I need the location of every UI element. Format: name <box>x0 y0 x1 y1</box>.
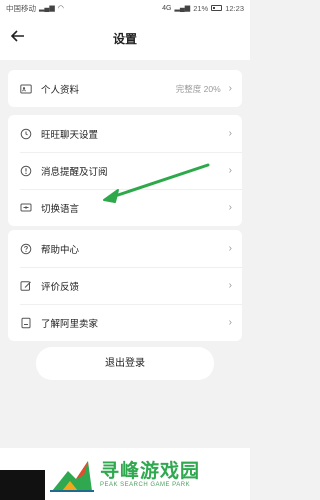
help-icon <box>20 243 32 255</box>
watermark-subtitle: PEAK SEARCH GAME PARK <box>100 482 191 488</box>
chevron-right-icon: › <box>228 243 232 254</box>
profile-completeness: 完整度 20% <box>175 83 221 94</box>
settings-item-about-seller[interactable]: 了解阿里卖家 › <box>8 304 242 341</box>
help-center-label: 帮助中心 <box>41 244 80 256</box>
clock-time: 12:23 <box>225 3 244 13</box>
settings-group-chat: 旺旺聊天设置 › 消息提醒及订阅 › 切换语言 › <box>8 115 242 226</box>
settings-item-profile[interactable]: 个人资料 完整度 20% › <box>8 70 242 107</box>
notifications-label: 消息提醒及订阅 <box>41 166 108 178</box>
header-bar: 设置 <box>0 16 250 60</box>
settings-item-feedback[interactable]: 评价反馈 › <box>8 267 242 304</box>
settings-item-notifications[interactable]: 消息提醒及订阅 › <box>8 152 242 189</box>
book-icon <box>20 317 32 329</box>
settings-item-chat[interactable]: 旺旺聊天设置 › <box>8 115 242 152</box>
page-title: 设置 <box>112 32 137 46</box>
watermark-title: 寻峰游戏园 <box>100 461 201 482</box>
feedback-label: 评价反馈 <box>41 281 80 293</box>
language-icon <box>20 202 32 214</box>
dark-corner <box>0 470 45 500</box>
signal-bars-icon: ▂▄▆ <box>174 4 191 12</box>
id-card-icon <box>20 83 32 95</box>
chevron-right-icon: › <box>228 83 232 94</box>
chevron-right-icon: › <box>228 165 232 176</box>
chevron-right-icon: › <box>228 202 232 213</box>
battery-icon <box>211 5 223 11</box>
battery-percent: 21% <box>193 3 209 13</box>
settings-group-help: 帮助中心 › 评价反馈 › 了解阿里卖家 › <box>8 230 242 341</box>
settings-item-language[interactable]: 切换语言 › <box>8 189 242 226</box>
signal-icon: ▂▄▆ <box>39 4 55 12</box>
chevron-right-icon: › <box>228 317 232 328</box>
watermark-logo-icon <box>50 461 94 492</box>
status-bar: 中国移动 ▂▄▆ ◠ 4G ▂▄▆ 21% 12:23 <box>0 0 250 16</box>
wifi-icon: ◠ <box>57 4 64 12</box>
profile-label: 个人资料 <box>41 84 80 96</box>
carrier-label: 中国移动 <box>6 3 36 13</box>
clock-icon <box>20 128 32 140</box>
bell-icon <box>20 165 32 177</box>
network-label: 4G <box>162 4 172 12</box>
edit-icon <box>20 280 32 292</box>
chevron-right-icon: › <box>228 128 232 139</box>
logout-button[interactable]: 退出登录 <box>36 347 214 380</box>
settings-item-help[interactable]: 帮助中心 › <box>8 230 242 267</box>
settings-group-profile: 个人资料 完整度 20% › <box>8 70 242 107</box>
about-seller-label: 了解阿里卖家 <box>41 318 99 330</box>
chevron-right-icon: › <box>228 280 232 291</box>
chat-settings-label: 旺旺聊天设置 <box>41 129 99 141</box>
language-label: 切换语言 <box>41 203 80 215</box>
